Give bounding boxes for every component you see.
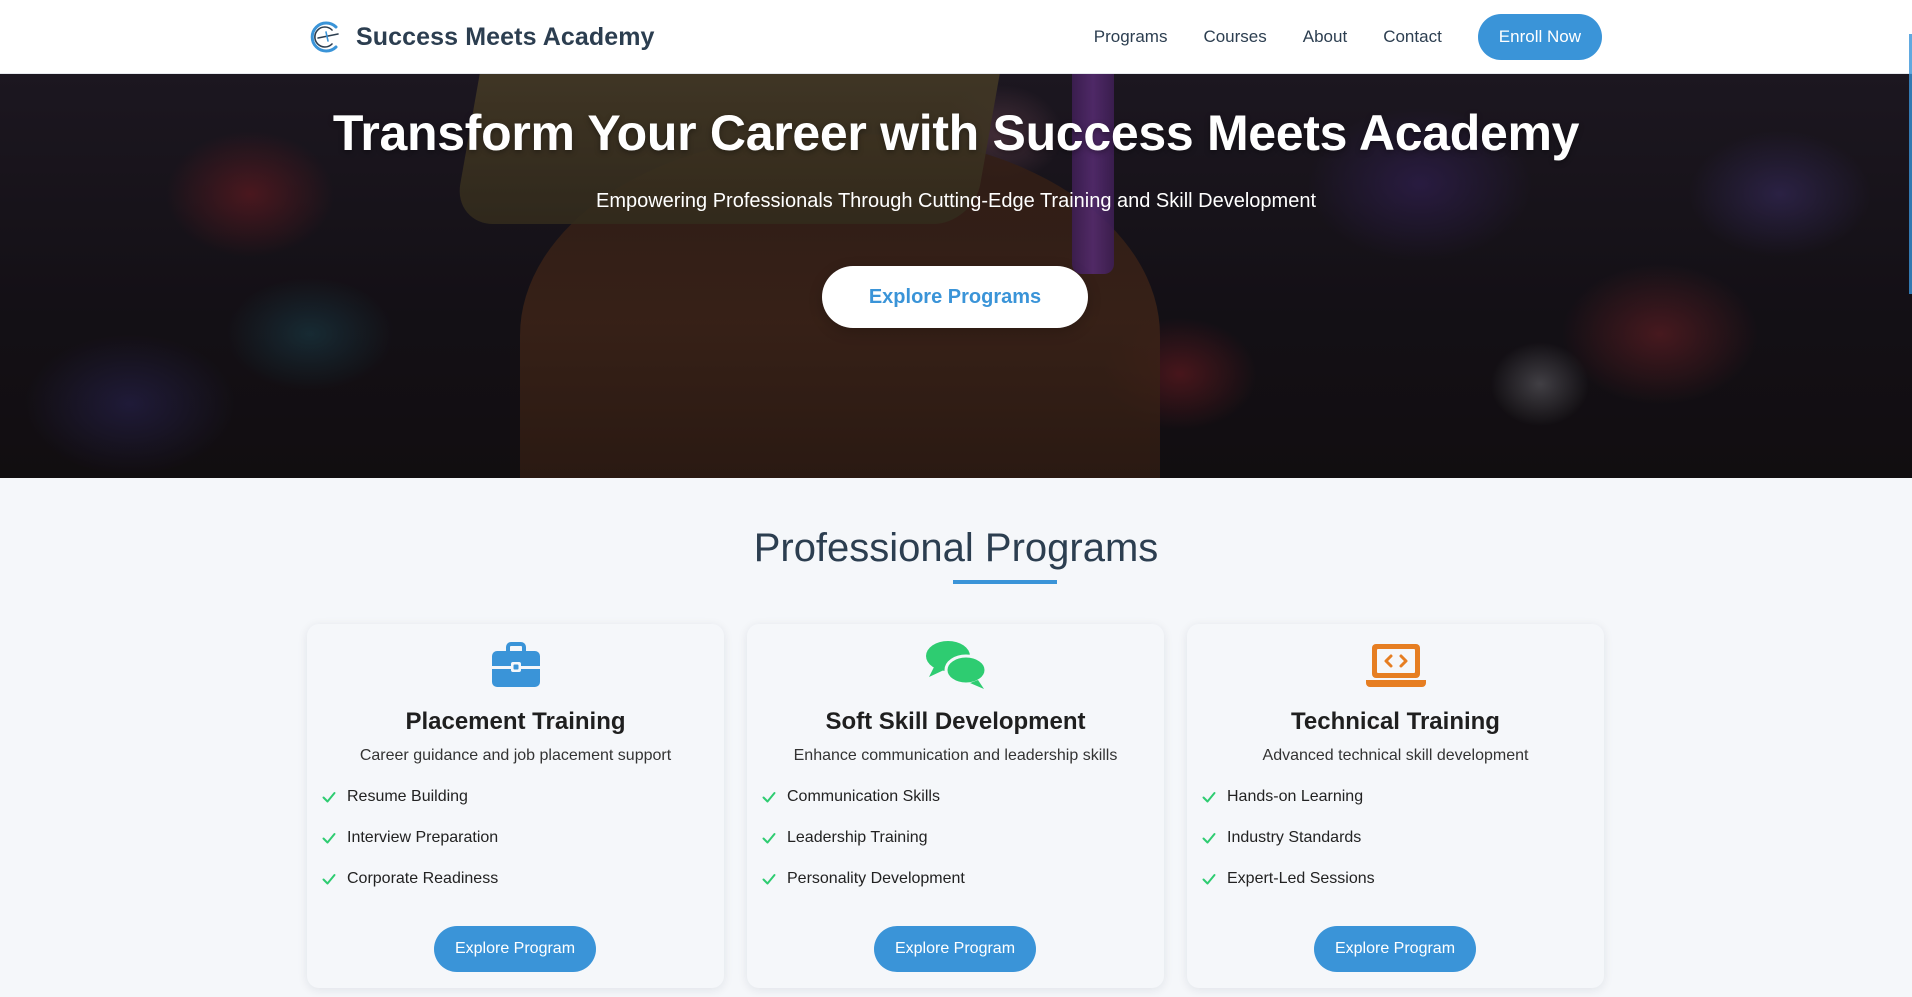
nav-links: Programs Courses About Contact Enroll No… — [1094, 0, 1602, 74]
laptop-code-icon — [1365, 644, 1426, 687]
nav-link-contact[interactable]: Contact — [1383, 27, 1442, 47]
feature-label: Resume Building — [347, 788, 468, 805]
hero-subtitle: Empowering Professionals Through Cutting… — [595, 190, 1317, 212]
card-title: Soft Skill Development — [825, 708, 1086, 735]
navbar: Success Meets Academy Programs Courses A… — [0, 0, 1912, 74]
check-icon — [762, 792, 776, 803]
check-icon — [1202, 833, 1216, 844]
card-title: Technical Training — [1291, 708, 1500, 735]
list-item: Industry Standards — [1202, 829, 1375, 870]
check-icon — [762, 833, 776, 844]
feature-label: Corporate Readiness — [347, 870, 499, 887]
hero-title: Transform Your Career with Success Meets… — [332, 105, 1580, 161]
feature-list: Resume Building Interview Preparation Co… — [322, 788, 498, 911]
list-item: Communication Skills — [762, 788, 965, 829]
explore-program-button[interactable]: Explore Program — [1314, 926, 1476, 972]
card-description: Advanced technical skill development — [1262, 747, 1529, 764]
feature-label: Communication Skills — [787, 788, 940, 805]
check-icon — [322, 874, 336, 885]
academy-logo-icon — [310, 21, 339, 53]
feature-label: Industry Standards — [1227, 829, 1362, 846]
feature-list: Communication Skills Leadership Training… — [762, 788, 965, 911]
card-description: Career guidance and job placement suppor… — [359, 747, 672, 764]
feature-label: Leadership Training — [787, 829, 928, 846]
nav-link-about[interactable]: About — [1303, 27, 1347, 47]
card-title: Placement Training — [405, 708, 626, 735]
chat-bubbles-icon — [925, 641, 987, 689]
section-title: Professional Programs — [753, 526, 1159, 570]
enroll-now-button[interactable]: Enroll Now — [1477, 14, 1602, 60]
check-icon — [1202, 874, 1216, 885]
list-item: Resume Building — [322, 788, 498, 829]
explore-program-button[interactable]: Explore Program — [434, 926, 596, 972]
brand-name: Success Meets Academy — [356, 22, 655, 51]
feature-label: Expert-Led Sessions — [1227, 870, 1375, 887]
program-card-placement-training: Placement Training Career guidance and j… — [307, 624, 724, 988]
feature-label: Hands-on Learning — [1227, 788, 1364, 805]
list-item: Interview Preparation — [322, 829, 498, 870]
feature-label: Interview Preparation — [347, 829, 499, 846]
check-icon — [322, 792, 336, 803]
brand[interactable]: Success Meets Academy — [308, 18, 655, 56]
program-card-soft-skill-development: Soft Skill Development Enhance communica… — [747, 624, 1164, 988]
section-title-underline — [953, 580, 1057, 584]
program-card-technical-training: Technical Training Advanced technical sk… — [1187, 624, 1604, 988]
hero-banner: Transform Your Career with Success Meets… — [0, 74, 1912, 478]
feature-label: Personality Development — [787, 870, 965, 887]
list-item: Hands-on Learning — [1202, 788, 1375, 829]
list-item: Expert-Led Sessions — [1202, 870, 1375, 911]
card-description: Enhance communication and leadership ski… — [793, 747, 1118, 764]
nav-link-courses[interactable]: Courses — [1203, 27, 1266, 47]
hero-content: Transform Your Career with Success Meets… — [0, 74, 1912, 478]
check-icon — [1202, 792, 1216, 803]
feature-list: Hands-on Learning Industry Standards Exp… — [1202, 788, 1375, 911]
briefcase-icon — [491, 642, 540, 687]
check-icon — [322, 833, 336, 844]
list-item: Personality Development — [762, 870, 965, 911]
explore-program-button[interactable]: Explore Program — [874, 926, 1036, 972]
nav-link-programs[interactable]: Programs — [1094, 27, 1168, 47]
list-item: Corporate Readiness — [322, 870, 498, 911]
explore-programs-button[interactable]: Explore Programs — [822, 266, 1088, 328]
list-item: Leadership Training — [762, 829, 965, 870]
check-icon — [762, 874, 776, 885]
